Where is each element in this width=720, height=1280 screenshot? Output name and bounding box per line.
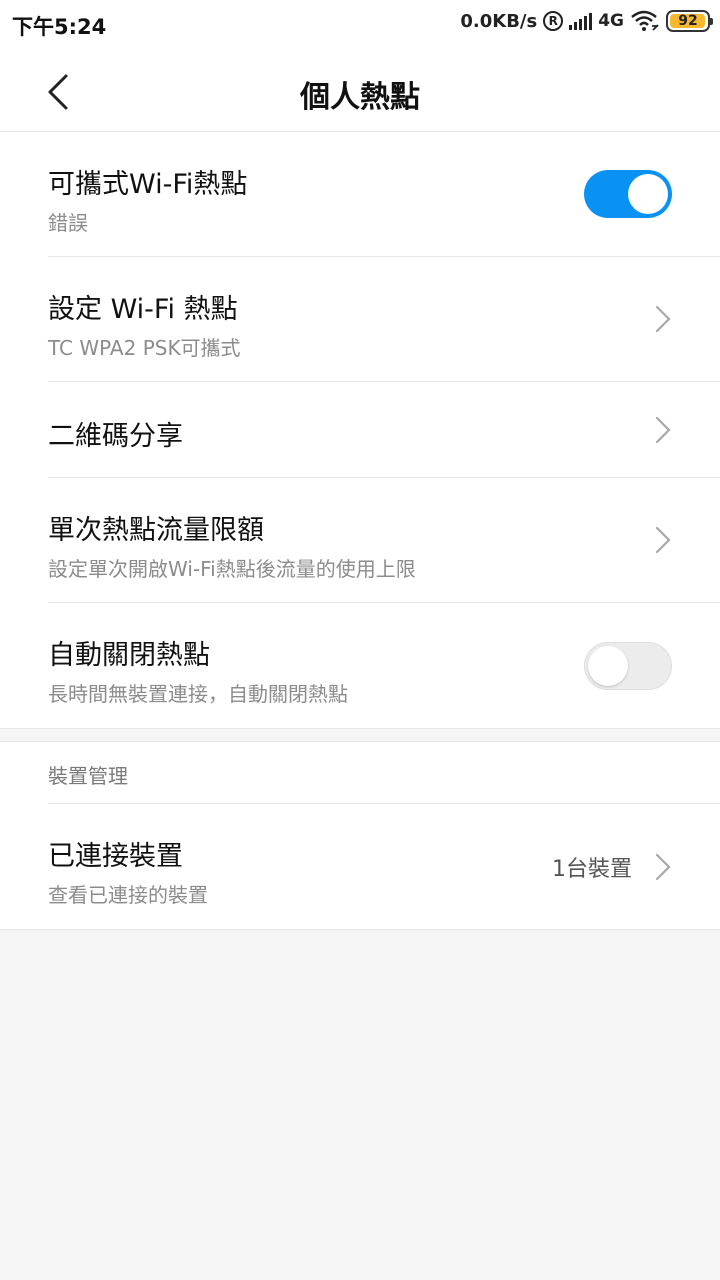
data-limit-subtitle: 設定單次開啟Wi-Fi熱點後流量的使用上限	[48, 557, 416, 581]
configure-hotspot-title: 設定 Wi-Fi 熱點	[48, 294, 238, 325]
title-bar: 個人熱點	[0, 50, 720, 132]
qr-share-title: 二維碼分享	[48, 421, 183, 452]
auto-off-toggle[interactable]	[584, 641, 672, 690]
section-gap	[0, 728, 720, 742]
auto-off-title: 自動關閉熱點	[48, 640, 210, 671]
device-management-header: 裝置管理	[48, 742, 720, 804]
auto-off-row[interactable]: 自動關閉熱點 長時間無裝置連接，自動關閉熱點	[48, 603, 720, 728]
page-title: 個人熱點	[300, 80, 420, 115]
chevron-right-icon	[655, 305, 671, 333]
toggle-knob	[628, 174, 668, 214]
bottom-divider	[0, 929, 720, 930]
connected-devices-subtitle: 查看已連接的裝置	[48, 883, 208, 907]
chevron-right-icon	[655, 526, 671, 554]
portable-hotspot-title: 可攜式Wi-Fi熱點	[48, 169, 248, 200]
configure-hotspot-subtitle: TC WPA2 PSK可攜式	[48, 336, 241, 360]
status-icons: 0.0KB/s R 4G 92	[460, 10, 713, 32]
connected-devices-row[interactable]: 已連接裝置 查看已連接的裝置 1台裝置	[48, 804, 720, 929]
qr-share-row[interactable]: 二維碼分享	[48, 382, 720, 478]
toggle-knob	[588, 645, 628, 686]
hotspot-settings-section: 可攜式Wi-Fi熱點 錯誤 設定 Wi-Fi 熱點 TC WPA2 PSK可攜式…	[0, 132, 720, 728]
portable-hotspot-toggle[interactable]	[584, 170, 672, 218]
chevron-right-icon	[655, 853, 671, 880]
network-type: 4G	[598, 11, 624, 31]
battery-icon: 92	[666, 10, 713, 32]
connected-devices-count: 1台裝置	[552, 856, 632, 882]
portable-hotspot-row[interactable]: 可攜式Wi-Fi熱點 錯誤	[48, 132, 720, 257]
network-speed: 0.0KB/s	[460, 10, 538, 32]
data-limit-row[interactable]: 單次熱點流量限額 設定單次開啟Wi-Fi熱點後流量的使用上限	[48, 478, 720, 603]
battery-level: 92	[678, 13, 698, 29]
chevron-right-icon	[655, 416, 671, 443]
hotspot-screen: 下午5:24 0.0KB/s R 4G 92 個人熱點 可攜式Wi-Fi熱點 錯…	[0, 0, 720, 1280]
status-time: 下午5:24	[12, 15, 107, 39]
portable-hotspot-status: 錯誤	[48, 211, 88, 235]
device-management-section: 裝置管理 已連接裝置 查看已連接的裝置 1台裝置	[0, 742, 720, 929]
registered-icon: R	[543, 11, 564, 31]
data-limit-title: 單次熱點流量限額	[48, 515, 264, 546]
wifi-link-icon	[631, 10, 659, 31]
auto-off-subtitle: 長時間無裝置連接，自動關閉熱點	[48, 682, 348, 706]
signal-icon	[569, 12, 593, 30]
configure-hotspot-row[interactable]: 設定 Wi-Fi 熱點 TC WPA2 PSK可攜式	[48, 257, 720, 382]
status-bar: 下午5:24 0.0KB/s R 4G 92	[0, 0, 720, 50]
